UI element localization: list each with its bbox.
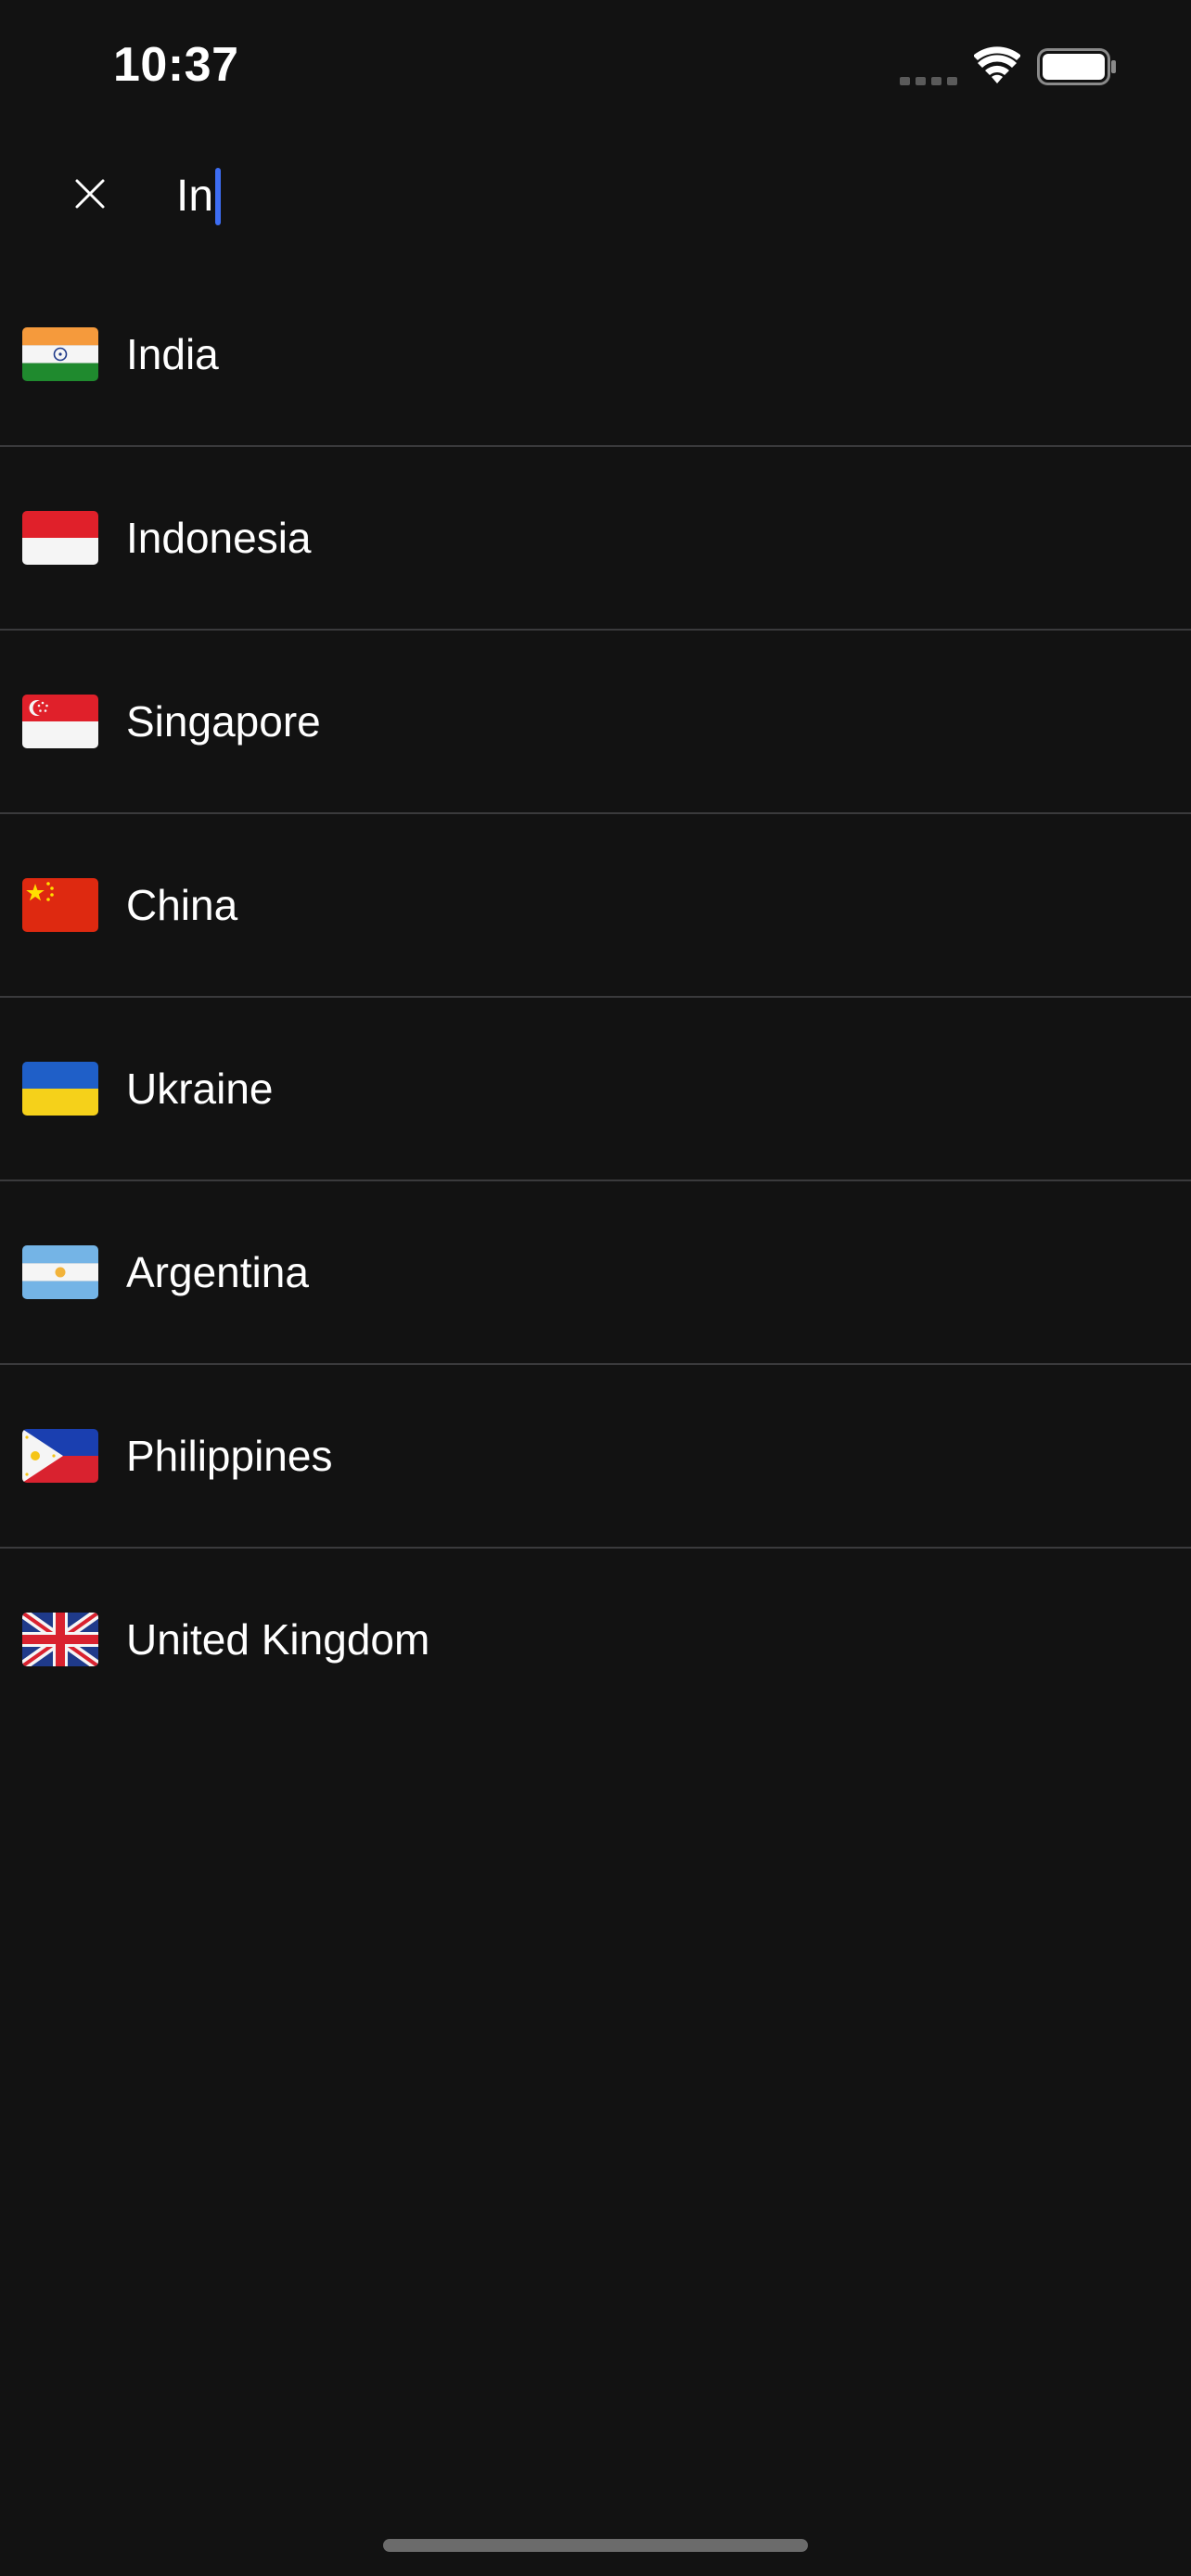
flag-united-kingdom-icon [22,1613,98,1666]
list-item-ukraine[interactable]: Ukraine [0,998,1191,1181]
list-item-china[interactable]: China [0,814,1191,998]
flag-ukraine-icon [22,1062,98,1116]
flag-india-icon [22,327,98,381]
country-name: Philippines [126,1432,333,1480]
status-bar: 10:37 [0,0,1191,130]
flag-china-icon [22,878,98,932]
signal-dots-icon [900,74,957,85]
country-name: Argentina [126,1248,309,1296]
close-button[interactable] [61,167,119,224]
battery-icon [1037,48,1117,85]
country-name: Indonesia [126,514,312,562]
search-bar: In [0,139,1191,260]
country-name: India [126,330,219,378]
country-name: Ukraine [126,1065,274,1113]
wifi-icon [973,46,1021,85]
flag-argentina-icon [22,1245,98,1299]
status-time: 10:37 [113,38,239,92]
list-item-united-kingdom[interactable]: United Kingdom [0,1549,1191,1730]
country-name: Singapore [126,697,321,746]
country-name: United Kingdom [126,1615,430,1664]
list-item-singapore[interactable]: Singapore [0,631,1191,814]
flag-philippines-icon [22,1429,98,1483]
search-input[interactable]: In [176,152,1141,241]
flag-singapore-icon [22,695,98,748]
flag-indonesia-icon [22,511,98,565]
close-icon [74,178,106,214]
list-item-argentina[interactable]: Argentina [0,1181,1191,1365]
text-caret [215,168,222,225]
list-item-india[interactable]: India [0,263,1191,447]
home-indicator[interactable] [383,2539,808,2552]
search-query[interactable]: In [176,174,213,219]
list-item-philippines[interactable]: Philippines [0,1365,1191,1549]
country-list: India Indonesia Singapore China Ukraine … [0,263,1191,1730]
list-item-indonesia[interactable]: Indonesia [0,447,1191,631]
country-name: China [126,881,238,929]
